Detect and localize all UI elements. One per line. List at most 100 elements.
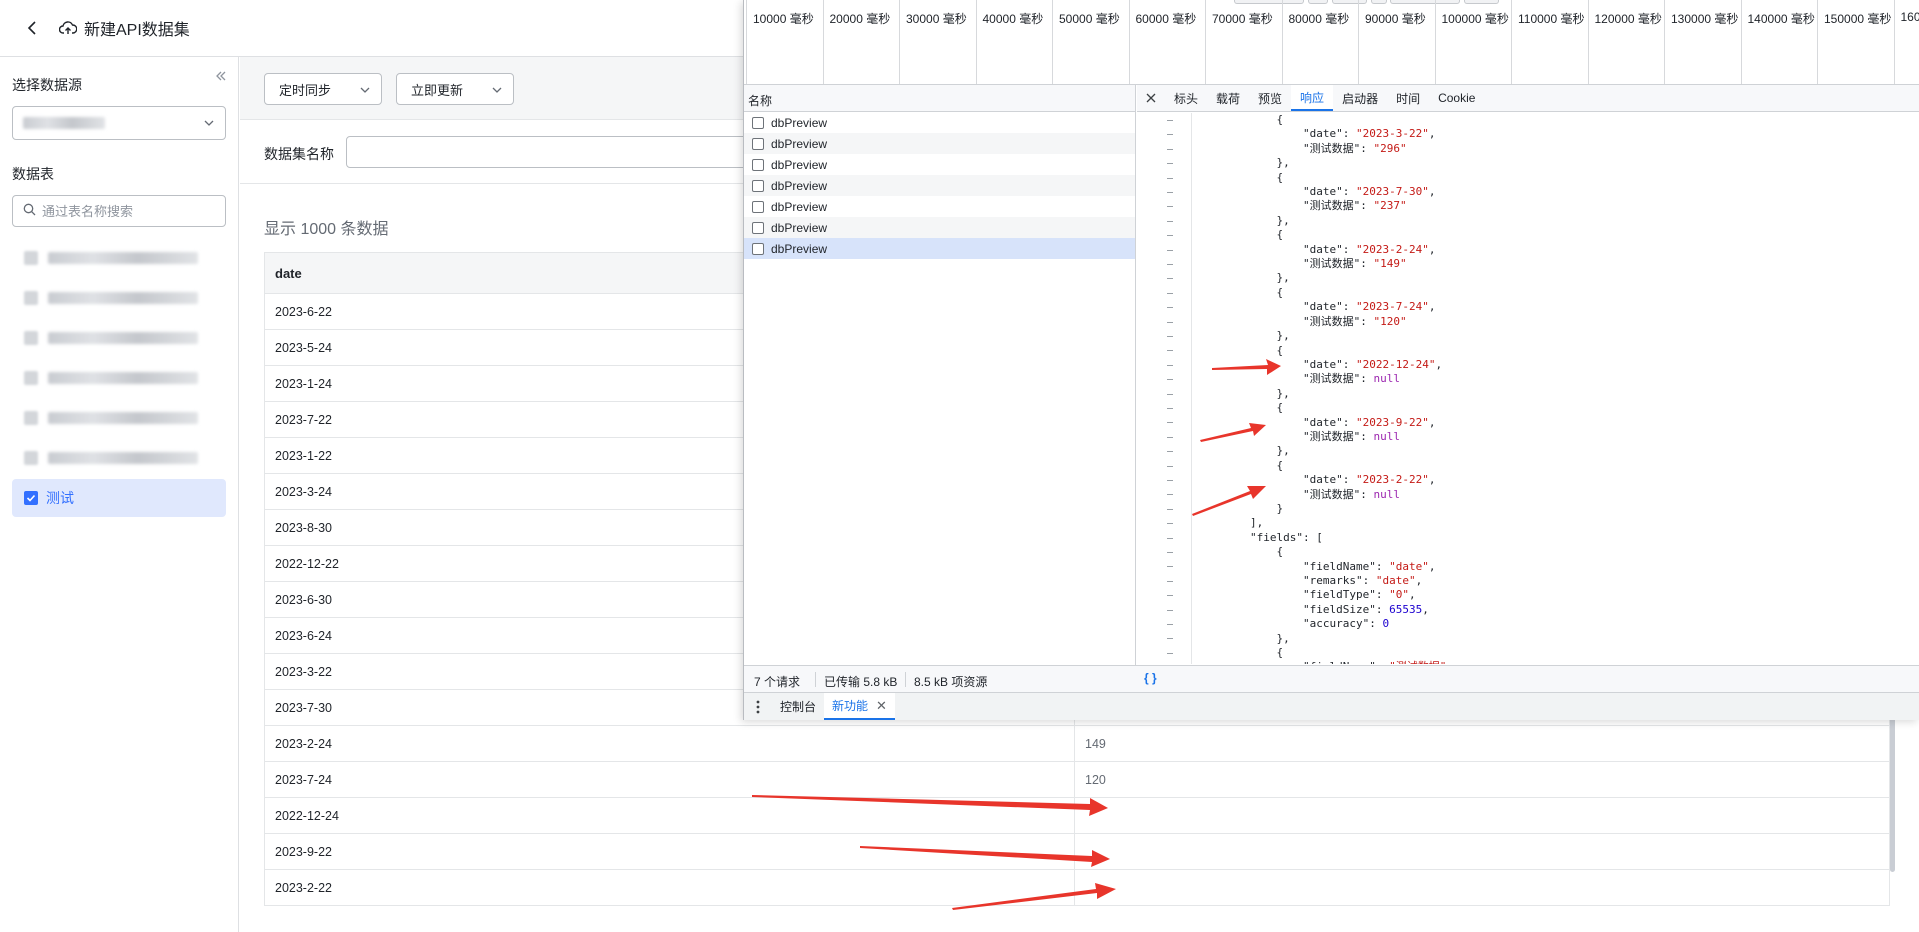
checkbox[interactable]: [24, 251, 38, 265]
json-value: "2023-7-24": [1355, 300, 1429, 314]
back-arrow-icon[interactable]: [22, 18, 42, 38]
table-item[interactable]: [12, 399, 226, 437]
table-item[interactable]: [12, 279, 226, 317]
divider: [815, 672, 816, 687]
gutter-marker: [1167, 566, 1173, 568]
json-punct: ,: [1446, 660, 1453, 664]
active-table-name: 测试: [46, 490, 74, 506]
code-line: {: [1197, 171, 1453, 185]
code-line: {: [1197, 401, 1453, 415]
datasource-select[interactable]: [12, 106, 226, 140]
timeline-tick: 30000 毫秒: [899, 0, 967, 84]
gutter-marker: [1167, 163, 1173, 165]
name-column-header[interactable]: 名称: [744, 85, 1135, 112]
gutter-marker: [1167, 350, 1173, 352]
checkbox[interactable]: [24, 451, 38, 465]
code-line: "date": "2023-7-24",: [1197, 300, 1453, 314]
gutter-marker: [1167, 537, 1173, 539]
more-options-icon[interactable]: [744, 693, 772, 720]
request-row[interactable]: dbPreview: [744, 196, 1135, 217]
close-icon[interactable]: [1137, 85, 1165, 111]
gutter-marker: [1167, 609, 1173, 611]
code-line: "测试数据": "237": [1197, 199, 1453, 213]
request-row[interactable]: dbPreview: [744, 154, 1135, 175]
tab-headers[interactable]: 标头: [1165, 85, 1207, 111]
request-checkbox[interactable]: [752, 116, 764, 129]
json-punct: ,: [1415, 574, 1423, 587]
table-search[interactable]: [12, 195, 226, 227]
code-text: {: [1197, 401, 1284, 415]
gutter-marker: [1167, 465, 1173, 467]
gutter-marker: [1167, 134, 1173, 136]
request-checkbox[interactable]: [752, 242, 764, 255]
tab-cookies[interactable]: Cookie: [1429, 85, 1484, 111]
tab-console-label: 控制台: [780, 700, 817, 714]
code-line: "测试数据": "120": [1197, 315, 1453, 329]
cell-value: 120: [1074, 761, 1890, 798]
table-item[interactable]: [12, 319, 226, 357]
json-value: null: [1373, 487, 1400, 501]
code-text: {: [1197, 545, 1284, 559]
tab-payload[interactable]: 载荷: [1207, 85, 1249, 111]
collapse-sidebar-icon[interactable]: [214, 69, 228, 83]
code-line: {: [1197, 344, 1453, 358]
tab-console[interactable]: 控制台: [772, 693, 824, 720]
request-checkbox[interactable]: [752, 137, 764, 150]
table-item[interactable]: [12, 359, 226, 397]
update-dropdown[interactable]: 立即更新: [396, 73, 514, 105]
json-key: "accuracy": [1302, 617, 1370, 631]
code-line: },: [1197, 271, 1453, 285]
tab-initiator[interactable]: 启动器: [1333, 85, 1387, 111]
request-row-selected[interactable]: dbPreview: [744, 238, 1135, 259]
tab-whats-new[interactable]: 新功能 ✕: [824, 693, 895, 720]
request-row[interactable]: dbPreview: [744, 133, 1135, 154]
checkbox[interactable]: [24, 411, 38, 425]
request-row[interactable]: dbPreview: [744, 217, 1135, 238]
pretty-print-icon[interactable]: { }: [1144, 671, 1157, 685]
checkbox[interactable]: [24, 331, 38, 345]
timeline-tick: 140000 毫秒: [1740, 0, 1815, 84]
code-line: {: [1197, 646, 1453, 660]
request-row[interactable]: dbPreview: [744, 175, 1135, 196]
table-search-input[interactable]: [42, 203, 212, 219]
json-value: "date": [1375, 574, 1416, 587]
checkbox-checked-icon[interactable]: [24, 491, 38, 505]
request-checkbox[interactable]: [752, 221, 764, 234]
table-item[interactable]: [12, 239, 226, 277]
checkbox[interactable]: [24, 371, 38, 385]
checkbox[interactable]: [24, 291, 38, 305]
request-checkbox[interactable]: [752, 200, 764, 213]
request-name: dbPreview: [771, 136, 828, 151]
request-checkbox[interactable]: [752, 179, 764, 192]
timeline-tick: 10000 毫秒: [746, 0, 814, 84]
request-checkbox[interactable]: [752, 158, 764, 171]
tab-preview[interactable]: 预览: [1249, 85, 1291, 111]
network-timeline[interactable]: 10000 毫秒 20000 毫秒 30000 毫秒 40000 毫秒 50000 毫秒…: [744, 0, 1919, 85]
timeline-tick: 70000 毫秒: [1205, 0, 1273, 84]
json-value: "2023-3-22": [1355, 127, 1429, 141]
timeline-tick: 110000 毫秒: [1511, 0, 1585, 84]
json-key: "fieldName": [1302, 559, 1376, 573]
table-item[interactable]: [12, 439, 226, 477]
request-row[interactable]: dbPreview: [744, 112, 1135, 133]
close-tab-icon[interactable]: ✕: [876, 698, 887, 714]
table-item-active[interactable]: 测试: [12, 479, 226, 517]
table-label: 数据表: [12, 166, 54, 182]
chevron-down-icon: [359, 84, 371, 99]
tab-response[interactable]: 响应: [1291, 85, 1334, 111]
tab-timing[interactable]: 时间: [1387, 85, 1429, 111]
request-name: dbPreview: [771, 115, 828, 130]
table-name-blurred: [48, 452, 198, 464]
code-line: "date": "2023-9-22",: [1197, 416, 1453, 430]
json-key: "测试数据": [1302, 314, 1361, 328]
response-code-view[interactable]: { "date": "2023-3-22", "测试数据": "296" }, …: [1137, 113, 1919, 664]
table-name-blurred: [48, 332, 198, 344]
sync-mode-dropdown[interactable]: 定时同步: [264, 73, 382, 105]
